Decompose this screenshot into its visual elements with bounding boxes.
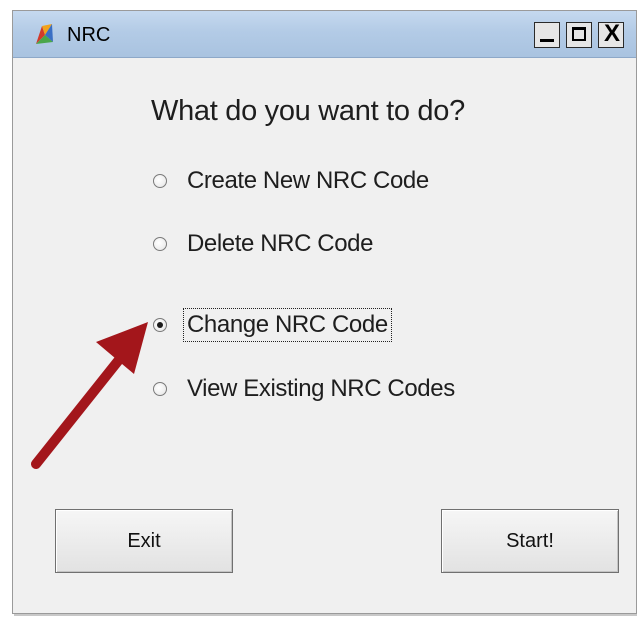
close-icon: X <box>603 20 620 47</box>
option-create-new-nrc-code[interactable]: Create New NRC Code <box>153 164 431 198</box>
option-label[interactable]: Create New NRC Code <box>185 166 431 196</box>
option-label[interactable]: View Existing NRC Codes <box>185 374 457 404</box>
app-icon <box>36 24 53 44</box>
minimize-button[interactable] <box>534 22 560 48</box>
exit-button[interactable]: Exit <box>55 509 233 573</box>
start-button[interactable]: Start! <box>441 509 619 573</box>
nrc-window: NRC X What do you want to do? Create New… <box>12 10 637 614</box>
radio-button[interactable] <box>153 237 167 251</box>
radio-button[interactable] <box>153 174 167 188</box>
prompt-heading: What do you want to do? <box>151 95 465 127</box>
window-title: NRC <box>67 24 111 46</box>
option-label[interactable]: Delete NRC Code <box>185 229 375 259</box>
maximize-icon <box>572 27 586 41</box>
minimize-icon <box>540 39 554 42</box>
option-label[interactable]: Change NRC Code <box>183 308 392 342</box>
close-button[interactable]: X <box>598 20 624 48</box>
option-delete-nrc-code[interactable]: Delete NRC Code <box>153 227 375 261</box>
radio-button[interactable] <box>153 382 167 396</box>
option-view-existing-nrc-codes[interactable]: View Existing NRC Codes <box>153 372 457 406</box>
title-bar[interactable]: NRC X <box>13 11 636 58</box>
option-change-nrc-code[interactable]: Change NRC Code <box>153 308 392 342</box>
radio-button-selected[interactable] <box>153 318 167 332</box>
maximize-button[interactable] <box>566 22 592 48</box>
